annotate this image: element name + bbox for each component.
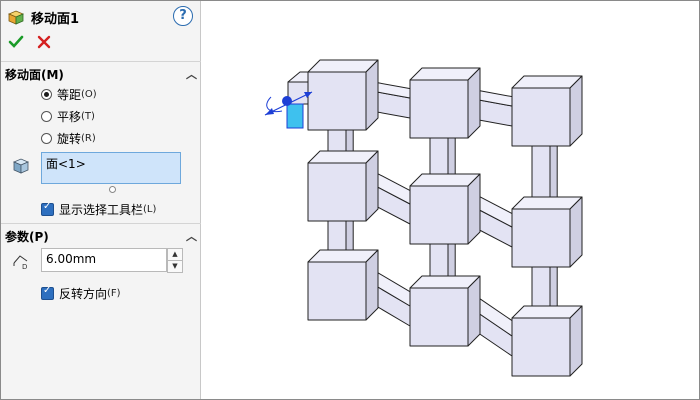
section-params-header[interactable]: 参数(P) ︿ — [5, 227, 197, 245]
section-move-face-header[interactable]: 移动面(M) ︿ — [5, 65, 197, 83]
radio-rotate[interactable]: 旋转 (R) — [41, 129, 96, 147]
cube-0-1-side[interactable] — [467, 67, 481, 139]
panel-title: 移动面1 — [31, 11, 80, 27]
radio-label: 等距 — [57, 87, 82, 102]
property-manager-panel: 移动面1 ? 移动面(M) ︿ 等距 (O) 平移 (T) 旋转 (R) 面<1… — [1, 1, 201, 399]
help-icon: ? — [179, 8, 187, 23]
ok-icon — [8, 35, 24, 48]
svg-text:D: D — [22, 263, 27, 271]
selected-face — [286, 103, 304, 129]
radio-label: 平移 — [57, 109, 82, 124]
cube-1-2-front[interactable] — [511, 208, 571, 268]
face-selection-icon — [12, 158, 30, 174]
cube-0-0-side[interactable] — [365, 59, 379, 131]
panel-header: 移动面1 — [7, 7, 79, 27]
face-selection-list[interactable]: 面<1> — [41, 152, 181, 184]
cube-2-0-side[interactable] — [365, 249, 379, 321]
radio-shortcut: (R) — [81, 132, 96, 144]
distance-spinner[interactable]: ▲ ▼ — [167, 248, 183, 273]
distance-icon: D — [13, 255, 27, 271]
cancel-button[interactable] — [35, 33, 53, 51]
radio-button[interactable] — [41, 88, 52, 100]
handle-ball — [282, 96, 292, 106]
move-face-feature-icon — [7, 10, 25, 25]
cube-2-2-front[interactable] — [511, 317, 571, 377]
show-toolbar-label: 显示选择工具栏 — [59, 202, 144, 217]
section-move-face-title: 移动面(M) — [5, 67, 64, 82]
cube-0-0-front[interactable] — [307, 71, 367, 131]
radio-shortcut: (O) — [81, 88, 97, 100]
face-selection-item[interactable]: 面<1> — [46, 157, 86, 171]
radio-button[interactable] — [41, 132, 52, 144]
cube-1-1-side[interactable] — [467, 173, 481, 245]
ok-button[interactable] — [7, 33, 25, 51]
cube-1-0-side[interactable] — [365, 150, 379, 222]
section-params-title: 参数(P) — [5, 229, 49, 244]
distance-value[interactable]: 6.00mm — [46, 252, 96, 266]
show-toolbar-checkbox[interactable] — [41, 201, 54, 216]
collapse-icon[interactable]: ︿ — [186, 228, 197, 244]
reverse-direction-label: 反转方向 — [59, 286, 108, 301]
radio-shortcut: (T) — [81, 110, 95, 122]
radio-label: 旋转 — [57, 131, 82, 146]
reverse-direction-row[interactable]: 反转方向 (F) — [41, 284, 121, 302]
spin-up-icon[interactable]: ▲ — [167, 248, 183, 261]
spin-down-icon[interactable]: ▼ — [167, 261, 183, 273]
radio-translate[interactable]: 平移 (T) — [41, 107, 95, 125]
cube-2-2-side[interactable] — [569, 305, 583, 377]
cube-2-0-front[interactable] — [307, 261, 367, 321]
cube-0-1-front[interactable] — [409, 79, 469, 139]
distance-input[interactable]: 6.00mm — [41, 248, 167, 272]
reverse-direction-shortcut: (F) — [107, 287, 121, 299]
reverse-direction-checkbox[interactable] — [41, 285, 54, 300]
cube-2-1-front[interactable] — [409, 287, 469, 347]
list-resize-handle[interactable] — [109, 186, 116, 193]
cube-1-0-front[interactable] — [307, 162, 367, 222]
separator — [1, 223, 201, 224]
help-button[interactable]: ? — [173, 6, 193, 26]
cube-lattice-model[interactable] — [287, 59, 583, 377]
collapse-icon[interactable]: ︿ — [186, 66, 197, 82]
cube-2-1-side[interactable] — [467, 275, 481, 347]
show-toolbar-shortcut: (L) — [143, 203, 157, 215]
cube-1-2-side[interactable] — [569, 196, 583, 268]
radio-button[interactable] — [41, 110, 52, 122]
cube-1-1-front[interactable] — [409, 185, 469, 245]
cancel-icon — [37, 35, 51, 49]
graphics-viewport[interactable] — [202, 1, 699, 398]
rotate-ring-icon — [266, 96, 283, 113]
radio-offset[interactable]: 等距 (O) — [41, 85, 97, 103]
show-toolbar-checkbox-row[interactable]: 显示选择工具栏 (L) — [41, 200, 156, 218]
cube-0-2-front[interactable] — [511, 87, 571, 147]
cube-0-2-side[interactable] — [569, 75, 583, 147]
separator — [1, 61, 201, 62]
